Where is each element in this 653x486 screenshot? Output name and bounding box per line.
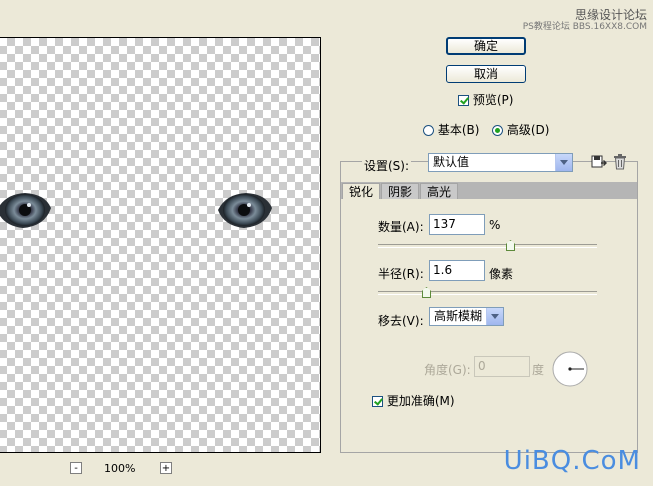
preview-checkbox-label: 预览(P) (472, 93, 514, 107)
chevron-down-icon (486, 308, 503, 325)
remove-label: 移去(V): (378, 314, 424, 328)
zoom-out-button[interactable]: - (70, 462, 82, 474)
radius-input[interactable]: 1.6 (429, 260, 485, 281)
chevron-down-icon (555, 154, 572, 171)
settings-label: 设置(S): (362, 157, 412, 174)
radio-advanced[interactable] (492, 125, 503, 136)
eye-left-image (0, 193, 51, 228)
preview-checkbox-row[interactable]: 预览(P) (458, 91, 513, 108)
angle-dial-icon (552, 351, 588, 387)
angle-input: 0 (474, 356, 530, 377)
amount-label: 数量(A): (378, 220, 424, 234)
angle-label: 角度(G): (424, 363, 471, 377)
save-settings-icon[interactable] (590, 153, 608, 171)
more-accurate-checkbox[interactable] (372, 396, 383, 407)
ok-button[interactable]: 确定 (446, 37, 526, 55)
trash-icon[interactable] (612, 152, 628, 171)
radius-slider-track[interactable] (378, 291, 597, 295)
radius-unit: 像素 (489, 267, 514, 281)
tab-sharpen[interactable]: 锐化 (342, 183, 381, 199)
tab-shadow[interactable]: 阴影 (381, 183, 420, 199)
eye-right-image (218, 193, 272, 228)
amount-input[interactable]: 137 (429, 214, 485, 235)
radio-advanced-row[interactable]: 高级(D) (492, 121, 549, 138)
cancel-button[interactable]: 取消 (446, 65, 526, 83)
more-accurate-label: 更加准确(M) (386, 394, 455, 408)
preview-canvas[interactable] (0, 37, 321, 453)
watermark-bottom: UiBQ.CoM (503, 446, 641, 476)
settings-select[interactable]: 默认值 (428, 153, 573, 172)
remove-select-value: 高斯模糊 (434, 309, 483, 323)
radio-basic-row[interactable]: 基本(B) (423, 121, 479, 138)
radio-advanced-label: 高级(D) (506, 123, 550, 137)
amount-unit: % (489, 218, 501, 232)
remove-select[interactable]: 高斯模糊 (429, 307, 504, 326)
radio-basic-label: 基本(B) (437, 123, 480, 137)
angle-unit: 度 (532, 363, 545, 377)
radio-basic[interactable] (423, 125, 434, 136)
settings-select-value: 默认值 (433, 155, 470, 169)
radius-label: 半径(R): (378, 267, 424, 281)
more-accurate-row[interactable]: 更加准确(M) (372, 392, 455, 409)
amount-slider-track[interactable] (378, 244, 597, 248)
zoom-level: 100% (104, 462, 136, 475)
zoom-in-button[interactable]: + (160, 462, 172, 474)
watermark-top-sub: PS教程论坛 BBS.16XX8.COM (522, 22, 647, 32)
tab-highlight[interactable]: 高光 (420, 183, 459, 199)
preview-checkbox[interactable] (458, 95, 469, 106)
